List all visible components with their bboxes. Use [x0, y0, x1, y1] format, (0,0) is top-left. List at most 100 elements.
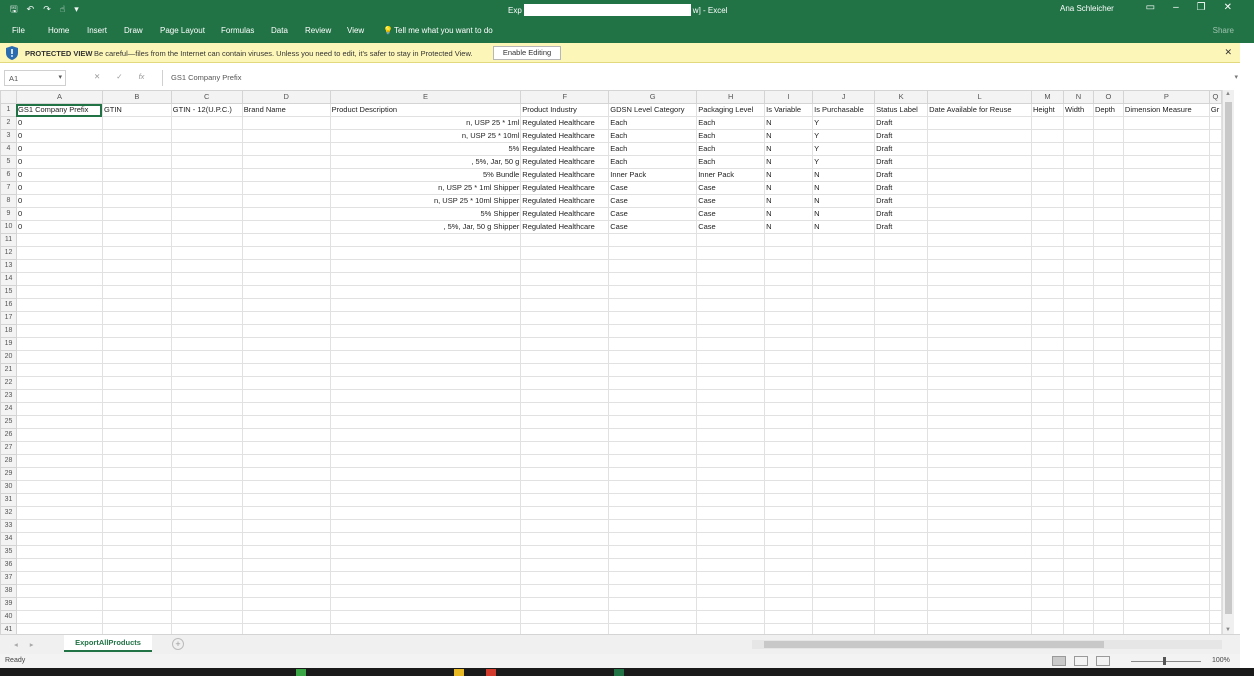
cell-m16[interactable]: [1031, 298, 1064, 312]
cell-i32[interactable]: [764, 506, 814, 520]
cell-l12[interactable]: [927, 246, 1033, 260]
cell-i37[interactable]: [764, 571, 814, 585]
cell-g16[interactable]: [608, 298, 698, 312]
cell-d8[interactable]: [241, 194, 331, 208]
cell-i34[interactable]: [764, 532, 814, 546]
tab-page-layout[interactable]: Page Layout: [160, 26, 205, 35]
name-box[interactable]: A1 ▾: [4, 70, 66, 86]
cell-i33[interactable]: [764, 519, 814, 533]
vertical-scrollbar[interactable]: ▲ ▼: [1222, 90, 1234, 634]
cell-b5[interactable]: [101, 155, 172, 169]
cell-k33[interactable]: [874, 519, 929, 533]
cell-m12[interactable]: [1031, 246, 1064, 260]
cell-d39[interactable]: [241, 597, 331, 611]
cell-g12[interactable]: [608, 246, 698, 260]
cell-b36[interactable]: [101, 558, 172, 572]
cell-g26[interactable]: [608, 428, 698, 442]
cell-b38[interactable]: [101, 584, 172, 598]
cell-a5[interactable]: 0: [15, 155, 103, 169]
cell-p11[interactable]: [1122, 233, 1210, 247]
cell-b27[interactable]: [101, 441, 172, 455]
cell-g1[interactable]: GDSN Level Category: [608, 103, 698, 117]
cell-h26[interactable]: [696, 428, 766, 442]
cell-q17[interactable]: [1208, 311, 1222, 325]
cell-c6[interactable]: [170, 168, 243, 182]
cell-p41[interactable]: [1122, 623, 1210, 634]
cell-d32[interactable]: [241, 506, 331, 520]
cell-h4[interactable]: Each: [696, 142, 766, 156]
cell-m41[interactable]: [1031, 623, 1064, 634]
cell-e2[interactable]: n, USP 25 * 1ml: [329, 116, 522, 130]
cell-o11[interactable]: [1092, 233, 1124, 247]
row-header[interactable]: 12: [0, 246, 17, 260]
cell-n4[interactable]: [1062, 142, 1094, 156]
cell-g41[interactable]: [608, 623, 698, 634]
row-header[interactable]: 33: [0, 519, 17, 533]
cell-d23[interactable]: [241, 389, 331, 403]
cell-p39[interactable]: [1122, 597, 1210, 611]
cell-g40[interactable]: [608, 610, 698, 624]
zoom-level[interactable]: 100%: [1212, 657, 1230, 664]
row-header[interactable]: 16: [0, 298, 17, 312]
zoom-slider[interactable]: [1125, 656, 1205, 666]
cell-i8[interactable]: N: [764, 194, 814, 208]
cell-i10[interactable]: N: [764, 220, 814, 234]
row-header[interactable]: 24: [0, 402, 17, 416]
row-header[interactable]: 15: [0, 285, 17, 299]
cell-o38[interactable]: [1092, 584, 1124, 598]
cell-f40[interactable]: [520, 610, 610, 624]
cell-n31[interactable]: [1062, 493, 1094, 507]
undo-icon[interactable]: ↶: [27, 3, 35, 15]
cell-j26[interactable]: [812, 428, 876, 442]
cell-k39[interactable]: [874, 597, 929, 611]
cell-l41[interactable]: [927, 623, 1033, 634]
cell-l7[interactable]: [927, 181, 1033, 195]
cell-j25[interactable]: [812, 415, 876, 429]
scroll-up-icon[interactable]: ▲: [1225, 91, 1231, 97]
cell-b40[interactable]: [101, 610, 172, 624]
cell-p5[interactable]: [1122, 155, 1210, 169]
cell-k8[interactable]: Draft: [874, 194, 929, 208]
cell-g29[interactable]: [608, 467, 698, 481]
select-all-corner[interactable]: [0, 90, 17, 104]
cell-f13[interactable]: [520, 259, 610, 273]
cell-k26[interactable]: [874, 428, 929, 442]
cell-m9[interactable]: [1031, 207, 1064, 221]
cell-j24[interactable]: [812, 402, 876, 416]
cell-f16[interactable]: [520, 298, 610, 312]
cell-k3[interactable]: Draft: [874, 129, 929, 143]
cell-f14[interactable]: [520, 272, 610, 286]
cell-c17[interactable]: [170, 311, 243, 325]
cell-a23[interactable]: [15, 389, 103, 403]
cell-b14[interactable]: [101, 272, 172, 286]
cell-l11[interactable]: [927, 233, 1033, 247]
cell-o17[interactable]: [1092, 311, 1124, 325]
cell-d25[interactable]: [241, 415, 331, 429]
cell-n38[interactable]: [1062, 584, 1094, 598]
cell-c14[interactable]: [170, 272, 243, 286]
cell-e23[interactable]: [329, 389, 522, 403]
cell-g37[interactable]: [608, 571, 698, 585]
cell-d6[interactable]: [241, 168, 331, 182]
customize-qat-icon[interactable]: ▾: [74, 3, 79, 15]
cell-d16[interactable]: [241, 298, 331, 312]
cell-g31[interactable]: [608, 493, 698, 507]
cell-j7[interactable]: N: [812, 181, 876, 195]
cell-b35[interactable]: [101, 545, 172, 559]
cell-j1[interactable]: Is Purchasable: [812, 103, 876, 117]
cell-l15[interactable]: [927, 285, 1033, 299]
tab-view[interactable]: View: [347, 26, 364, 35]
cell-q5[interactable]: [1208, 155, 1222, 169]
cell-p29[interactable]: [1122, 467, 1210, 481]
cell-a1[interactable]: GS1 Company Prefix: [15, 103, 103, 117]
cell-f26[interactable]: [520, 428, 610, 442]
cell-g7[interactable]: Case: [608, 181, 698, 195]
cell-m40[interactable]: [1031, 610, 1064, 624]
cell-k34[interactable]: [874, 532, 929, 546]
cell-p14[interactable]: [1122, 272, 1210, 286]
cell-m5[interactable]: [1031, 155, 1064, 169]
cell-c38[interactable]: [170, 584, 243, 598]
cell-f25[interactable]: [520, 415, 610, 429]
cell-l10[interactable]: [927, 220, 1033, 234]
cell-c7[interactable]: [170, 181, 243, 195]
